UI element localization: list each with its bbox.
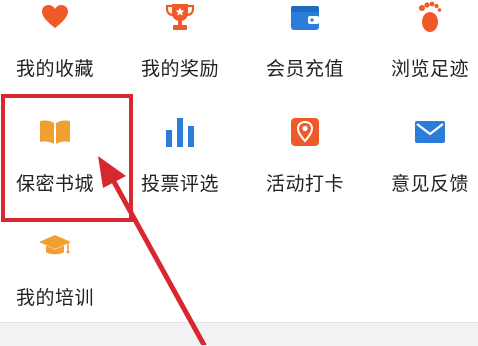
- function-grid: 我的收藏 我的奖励 会员充值 浏览足迹 保密书城 投票评选 活动打卡 意见反馈 …: [0, 0, 478, 318]
- book-icon: [0, 115, 110, 149]
- menu-item-label: 投票评选: [140, 173, 219, 195]
- menu-item-label: 保密书城: [15, 173, 94, 195]
- menu-item-label: 我的奖励: [140, 58, 219, 80]
- heart-icon: [0, 0, 110, 34]
- menu-item-label: 我的培训: [15, 287, 94, 309]
- trophy-icon: [125, 0, 235, 34]
- menu-item-label: 会员充值: [265, 58, 344, 80]
- mail-icon: [375, 115, 478, 149]
- footprint-icon: [375, 0, 478, 34]
- menu-item-label: 意见反馈: [390, 173, 469, 195]
- graduation-cap-icon: [0, 229, 110, 263]
- bar-chart-icon: [125, 115, 235, 149]
- location-pin-icon: [250, 115, 360, 149]
- bottom-divider-band: [0, 322, 478, 346]
- menu-item-label: 活动打卡: [265, 173, 344, 195]
- menu-item-label: 浏览足迹: [390, 58, 469, 80]
- wallet-icon: [250, 0, 360, 34]
- menu-item-label: 我的收藏: [15, 58, 94, 80]
